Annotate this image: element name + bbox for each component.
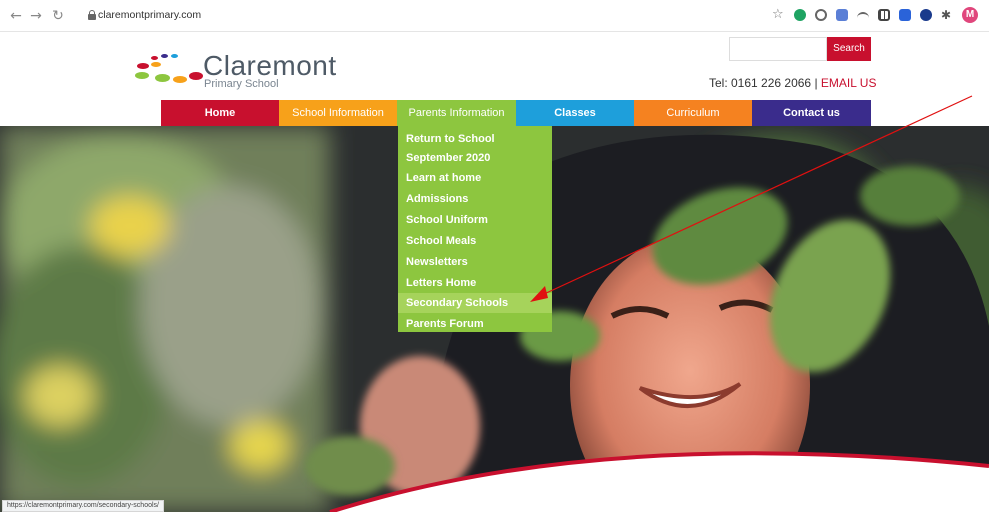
annotation-arrow [530,95,973,302]
status-bar-url: https://claremontprimary.com/secondary-s… [2,500,164,512]
